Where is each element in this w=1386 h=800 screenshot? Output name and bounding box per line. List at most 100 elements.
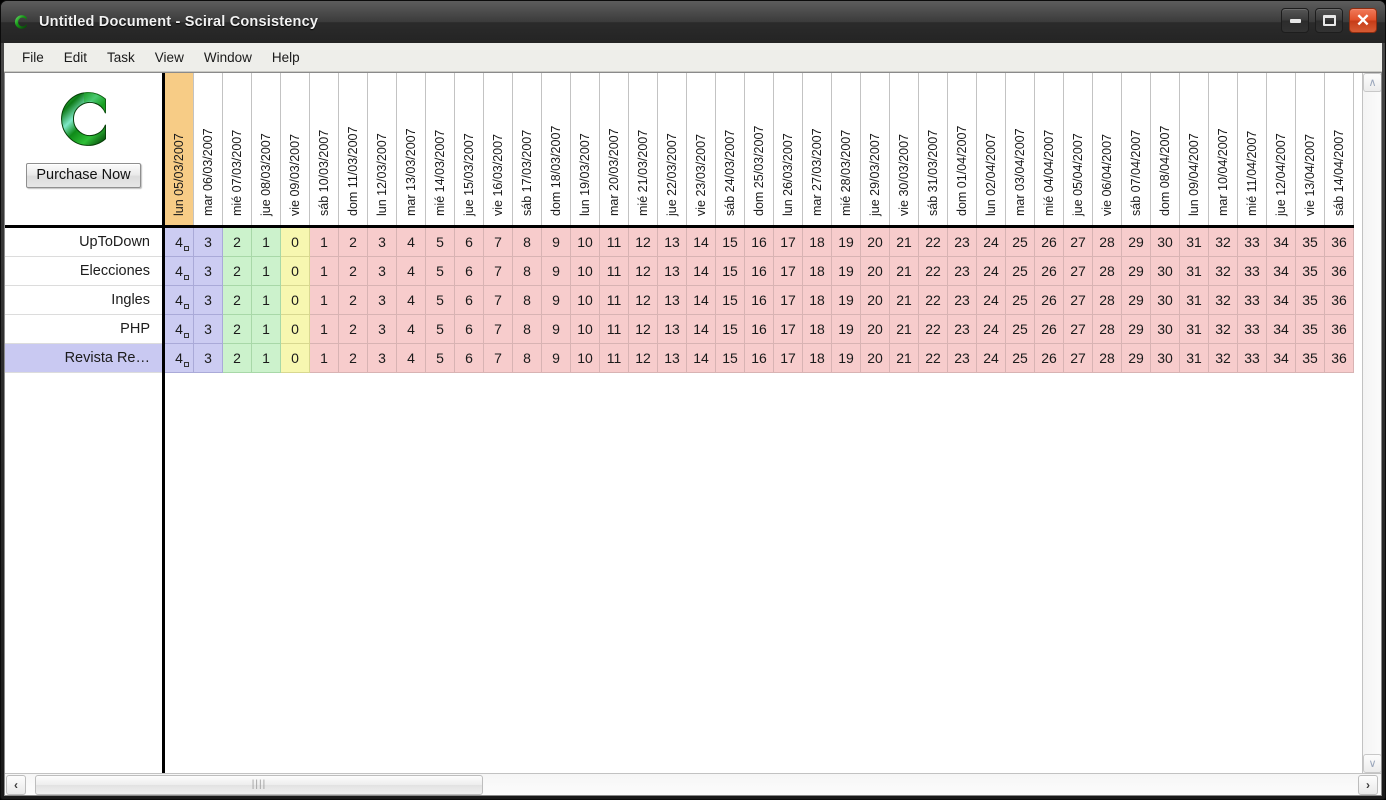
- date-column-header[interactable]: mié 14/03/2007: [426, 73, 455, 225]
- grid-cell[interactable]: 8: [513, 228, 542, 257]
- grid-cell[interactable]: 21: [890, 257, 919, 286]
- date-column-header[interactable]: dom 11/03/2007: [339, 73, 368, 225]
- menu-item-view[interactable]: View: [145, 47, 194, 68]
- grid-cell[interactable]: 18: [803, 257, 832, 286]
- purchase-now-button[interactable]: Purchase Now: [26, 163, 141, 188]
- date-column-header[interactable]: jue 22/03/2007: [658, 73, 687, 225]
- grid-cell[interactable]: 3: [368, 344, 397, 373]
- date-column-header[interactable]: mié 21/03/2007: [629, 73, 658, 225]
- grid-cell[interactable]: 31: [1180, 344, 1209, 373]
- grid-cell[interactable]: 36: [1325, 315, 1354, 344]
- menu-item-help[interactable]: Help: [262, 47, 310, 68]
- date-column-header[interactable]: mié 07/03/2007: [223, 73, 252, 225]
- grid-cell[interactable]: 13: [658, 257, 687, 286]
- grid-cell[interactable]: 34: [1267, 257, 1296, 286]
- grid-cell[interactable]: 29: [1122, 257, 1151, 286]
- grid-cell[interactable]: 26: [1035, 228, 1064, 257]
- date-column-header[interactable]: lun 09/04/2007: [1180, 73, 1209, 225]
- grid-cell[interactable]: 21: [890, 315, 919, 344]
- date-column-header[interactable]: lun 05/03/2007: [165, 73, 194, 225]
- grid-cell[interactable]: 32: [1209, 344, 1238, 373]
- date-column-header[interactable]: jue 08/03/2007: [252, 73, 281, 225]
- menu-item-edit[interactable]: Edit: [54, 47, 97, 68]
- grid-cell[interactable]: 11: [600, 286, 629, 315]
- grid-cell[interactable]: 9: [542, 228, 571, 257]
- date-column-header[interactable]: mar 13/03/2007: [397, 73, 426, 225]
- grid-cell[interactable]: 13: [658, 315, 687, 344]
- grid-cell[interactable]: 1: [252, 257, 281, 286]
- grid-cell[interactable]: 12: [629, 344, 658, 373]
- date-column-header[interactable]: lun 02/04/2007: [977, 73, 1006, 225]
- grid-cell[interactable]: 4: [397, 228, 426, 257]
- scroll-right-button[interactable]: ›: [1358, 774, 1378, 795]
- grid-cell[interactable]: 0: [281, 257, 310, 286]
- grid-cell[interactable]: 14: [687, 315, 716, 344]
- maximize-button[interactable]: [1315, 8, 1343, 33]
- date-column-header[interactable]: sáb 07/04/2007: [1122, 73, 1151, 225]
- grid-cell[interactable]: 29: [1122, 286, 1151, 315]
- horizontal-scroll-track[interactable]: ||||: [27, 774, 1381, 795]
- grid-cell[interactable]: 9: [542, 315, 571, 344]
- grid-cell[interactable]: 5: [426, 286, 455, 315]
- grid-cell[interactable]: 24: [977, 257, 1006, 286]
- grid-cell[interactable]: 25: [1006, 344, 1035, 373]
- grid-cell[interactable]: 19: [832, 228, 861, 257]
- grid-cell[interactable]: 6: [455, 286, 484, 315]
- grid-cell[interactable]: 7: [484, 228, 513, 257]
- grid-cell[interactable]: 3: [368, 228, 397, 257]
- date-column-header[interactable]: sáb 17/03/2007: [513, 73, 542, 225]
- grid-cell[interactable]: 35: [1296, 344, 1325, 373]
- grid-cell[interactable]: 19: [832, 315, 861, 344]
- grid-cell[interactable]: 13: [658, 286, 687, 315]
- grid-cell[interactable]: 7: [484, 257, 513, 286]
- grid-cell[interactable]: 28: [1093, 344, 1122, 373]
- grid-cell[interactable]: 4: [165, 315, 194, 344]
- grid-cell[interactable]: 23: [948, 286, 977, 315]
- date-column-header[interactable]: mié 28/03/2007: [832, 73, 861, 225]
- date-column-header[interactable]: lun 26/03/2007: [774, 73, 803, 225]
- grid-cell[interactable]: 33: [1238, 344, 1267, 373]
- grid-cell[interactable]: 35: [1296, 228, 1325, 257]
- grid-cell[interactable]: 18: [803, 315, 832, 344]
- date-column-header[interactable]: sáb 10/03/2007: [310, 73, 339, 225]
- grid-cell[interactable]: 28: [1093, 228, 1122, 257]
- grid-cell[interactable]: 3: [368, 257, 397, 286]
- grid-cell[interactable]: 1: [252, 286, 281, 315]
- grid-cell[interactable]: 2: [223, 228, 252, 257]
- grid-cell[interactable]: 5: [426, 344, 455, 373]
- grid-cell[interactable]: 32: [1209, 315, 1238, 344]
- horizontal-scroll-thumb[interactable]: ||||: [35, 774, 483, 795]
- grid-cell[interactable]: 32: [1209, 257, 1238, 286]
- grid-cell[interactable]: 3: [194, 344, 223, 373]
- grid-cell[interactable]: 2: [339, 315, 368, 344]
- date-column-header[interactable]: mar 03/04/2007: [1006, 73, 1035, 225]
- grid-cell[interactable]: 31: [1180, 257, 1209, 286]
- date-column-header[interactable]: mar 10/04/2007: [1209, 73, 1238, 225]
- grid-cell[interactable]: 7: [484, 315, 513, 344]
- grid-cell[interactable]: 14: [687, 228, 716, 257]
- grid-cell[interactable]: 33: [1238, 286, 1267, 315]
- grid-cell[interactable]: 11: [600, 257, 629, 286]
- grid-cell[interactable]: 2: [339, 344, 368, 373]
- grid-cell[interactable]: 22: [919, 228, 948, 257]
- grid-cell[interactable]: 3: [194, 228, 223, 257]
- grid-cell[interactable]: 1: [310, 344, 339, 373]
- grid-cell[interactable]: 5: [426, 228, 455, 257]
- grid-cell[interactable]: 30: [1151, 286, 1180, 315]
- grid-cell[interactable]: 17: [774, 257, 803, 286]
- grid-cell[interactable]: 33: [1238, 257, 1267, 286]
- grid-cell[interactable]: 34: [1267, 286, 1296, 315]
- date-column-header[interactable]: jue 05/04/2007: [1064, 73, 1093, 225]
- grid-cell[interactable]: 26: [1035, 286, 1064, 315]
- grid-cell[interactable]: 30: [1151, 344, 1180, 373]
- grid-cell[interactable]: 26: [1035, 315, 1064, 344]
- grid-cell[interactable]: 5: [426, 315, 455, 344]
- grid-cell[interactable]: 4: [165, 228, 194, 257]
- grid-cell[interactable]: 26: [1035, 344, 1064, 373]
- grid-cell[interactable]: 10: [571, 286, 600, 315]
- grid-cell[interactable]: 36: [1325, 257, 1354, 286]
- grid-cell[interactable]: 34: [1267, 228, 1296, 257]
- grid-cell[interactable]: 18: [803, 228, 832, 257]
- grid-cell[interactable]: 14: [687, 257, 716, 286]
- grid-cell[interactable]: 10: [571, 315, 600, 344]
